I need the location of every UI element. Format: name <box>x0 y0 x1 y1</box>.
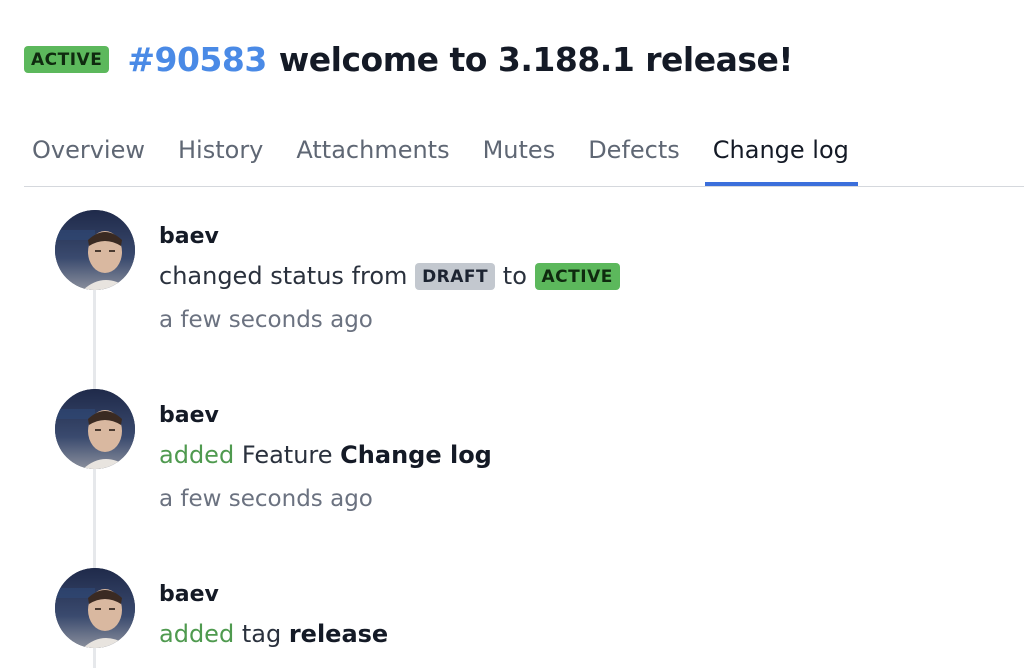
launch-id-link[interactable]: #90583 <box>127 40 267 79</box>
object-type: tag <box>241 620 282 648</box>
status-pill-active: ACTIVE <box>534 263 620 290</box>
avatar[interactable] <box>55 389 135 469</box>
action-verb: added <box>159 441 235 469</box>
entry-timestamp: a few seconds ago <box>159 307 373 333</box>
avatar[interactable] <box>55 568 135 648</box>
entry-action: changed status from DRAFT to ACTIVE <box>159 258 620 294</box>
object-type: Feature <box>241 441 333 469</box>
entry-body: baev changed status from DRAFT to ACTIVE… <box>159 222 620 336</box>
entry-author[interactable]: baev <box>159 401 492 431</box>
tab-defects[interactable]: Defects <box>588 128 680 178</box>
entry-author[interactable]: baev <box>159 580 388 610</box>
entry-action: added tag release <box>159 616 388 652</box>
page-title: welcome to 3.188.1 release! <box>278 40 794 79</box>
status-badge: ACTIVE <box>24 46 110 73</box>
tab-mutes[interactable]: Mutes <box>483 128 556 178</box>
object-name[interactable]: release <box>289 620 388 648</box>
action-verb: added <box>159 620 235 648</box>
entry-body: baev added tag release <box>159 580 388 652</box>
page-header: ACTIVE #90583 welcome to 3.188.1 release… <box>24 40 793 79</box>
action-connector: to <box>502 262 527 290</box>
entry-body: baev added Feature Change log a few seco… <box>159 401 492 515</box>
tab-history[interactable]: History <box>178 128 263 178</box>
status-pill-draft: DRAFT <box>415 263 496 290</box>
tab-bar: Overview History Attachments Mutes Defec… <box>24 128 1024 187</box>
entry-timestamp: a few seconds ago <box>159 486 373 512</box>
entry-action: added Feature Change log <box>159 437 492 473</box>
tab-attachments[interactable]: Attachments <box>296 128 449 178</box>
action-text: changed status from <box>159 262 408 290</box>
object-name[interactable]: Change log <box>340 441 492 469</box>
tab-overview[interactable]: Overview <box>32 128 145 178</box>
entry-author[interactable]: baev <box>159 222 620 252</box>
launch-page: ACTIVE #90583 welcome to 3.188.1 release… <box>0 0 1024 668</box>
avatar[interactable] <box>55 210 135 290</box>
tab-change-log[interactable]: Change log <box>704 128 859 186</box>
